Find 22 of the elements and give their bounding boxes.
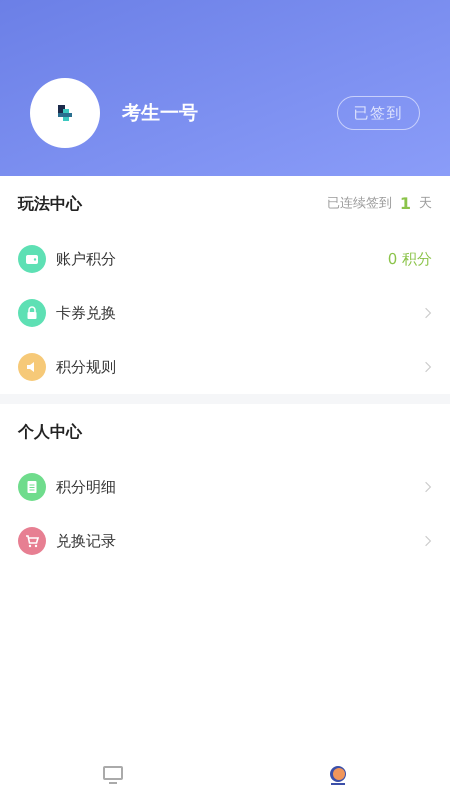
item-label: 卡券兑换 [56,302,117,324]
menu-item[interactable]: 兑换记录 [0,514,450,568]
menu-item[interactable]: 积分明细 [0,460,450,514]
chevron-icon [424,306,432,320]
chevron-icon [424,480,432,494]
logo-icon [55,103,75,123]
streak-unit: 天 [419,195,432,214]
section-title: 个人中心 [18,421,82,443]
menu-item[interactable]: 账户积分 0 积分 [0,232,450,286]
chevron-icon [424,534,432,548]
item-label: 兑换记录 [56,530,117,552]
menu-item[interactable]: 卡券兑换 [0,286,450,340]
section-title: 玩法中心 [18,193,82,215]
item-label: 账户积分 [56,248,117,270]
streak-count: 1 [400,193,411,215]
menu-item[interactable]: 积分规则 [0,340,450,394]
user-name: 考生一号 [122,100,199,126]
streak-label: 已连续签到 [326,195,392,214]
item-label: 积分规则 [56,356,117,378]
item-label: 积分明细 [56,476,117,498]
points-value: 0 积分 [388,248,432,270]
chevron-icon [424,360,432,374]
